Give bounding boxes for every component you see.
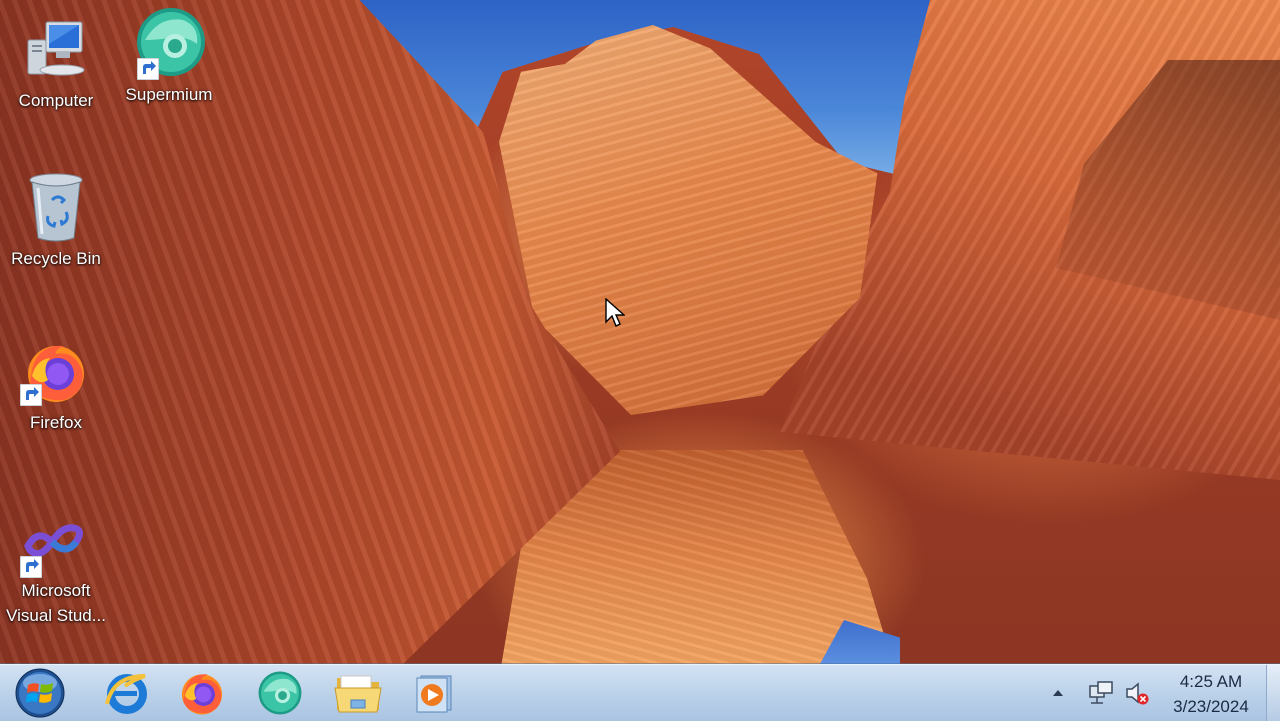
desktop-icon-firefox[interactable]: Firefox bbox=[0, 340, 112, 435]
clock-time: 4:25 AM bbox=[1179, 672, 1243, 691]
file-explorer-icon bbox=[334, 675, 382, 713]
mouse-cursor-icon bbox=[605, 298, 625, 327]
desktop-icon-label: Firefox bbox=[30, 413, 82, 432]
desktop-icon-label: Computer bbox=[18, 91, 94, 110]
desktop-icon-computer[interactable]: Computer bbox=[0, 18, 112, 113]
recycle-bin-icon bbox=[24, 172, 88, 244]
system-clock[interactable]: 4:25 AM 3/23/2024 bbox=[1160, 669, 1262, 719]
firefox-icon bbox=[20, 340, 88, 406]
desktop-icon-label: Recycle Bin bbox=[11, 249, 101, 268]
supermium-icon bbox=[131, 6, 207, 82]
computer-icon bbox=[24, 18, 88, 82]
clock-date: 3/23/2024 bbox=[1173, 697, 1249, 716]
network-icon[interactable] bbox=[1088, 680, 1114, 706]
desktop-icon-label: Supermium bbox=[125, 85, 213, 104]
show-hidden-icons-arrow-icon[interactable] bbox=[1050, 685, 1066, 701]
taskbar-internet-explorer[interactable] bbox=[96, 668, 156, 718]
desktop-icon-visual-studio[interactable]: Microsoft Visual Stud... bbox=[0, 520, 112, 628]
taskbar-media-player[interactable] bbox=[404, 668, 464, 718]
desktop-icon-label: Microsoft Visual Stud... bbox=[6, 581, 106, 625]
internet-explorer-icon bbox=[105, 674, 147, 714]
taskbar-supermium[interactable] bbox=[250, 668, 310, 718]
media-player-icon bbox=[416, 675, 452, 713]
desktop-icon-supermium[interactable]: Supermium bbox=[113, 6, 225, 107]
desktop[interactable]: Computer Supermium Recycle Bin Firefox M… bbox=[0, 0, 1280, 664]
firefox-icon bbox=[181, 674, 223, 715]
start-button[interactable] bbox=[14, 667, 66, 719]
show-desktop-button[interactable] bbox=[1266, 665, 1280, 721]
taskbar-firefox[interactable] bbox=[172, 668, 232, 718]
taskbar-file-explorer[interactable] bbox=[328, 668, 388, 718]
taskbar: 4:25 AM 3/23/2024 bbox=[0, 664, 1280, 721]
volume-muted-icon[interactable] bbox=[1124, 680, 1150, 706]
desktop-icon-recycle-bin[interactable]: Recycle Bin bbox=[0, 172, 112, 271]
windows-start-orb-icon bbox=[15, 668, 65, 718]
visual-studio-icon bbox=[20, 520, 88, 578]
supermium-icon bbox=[258, 671, 302, 715]
